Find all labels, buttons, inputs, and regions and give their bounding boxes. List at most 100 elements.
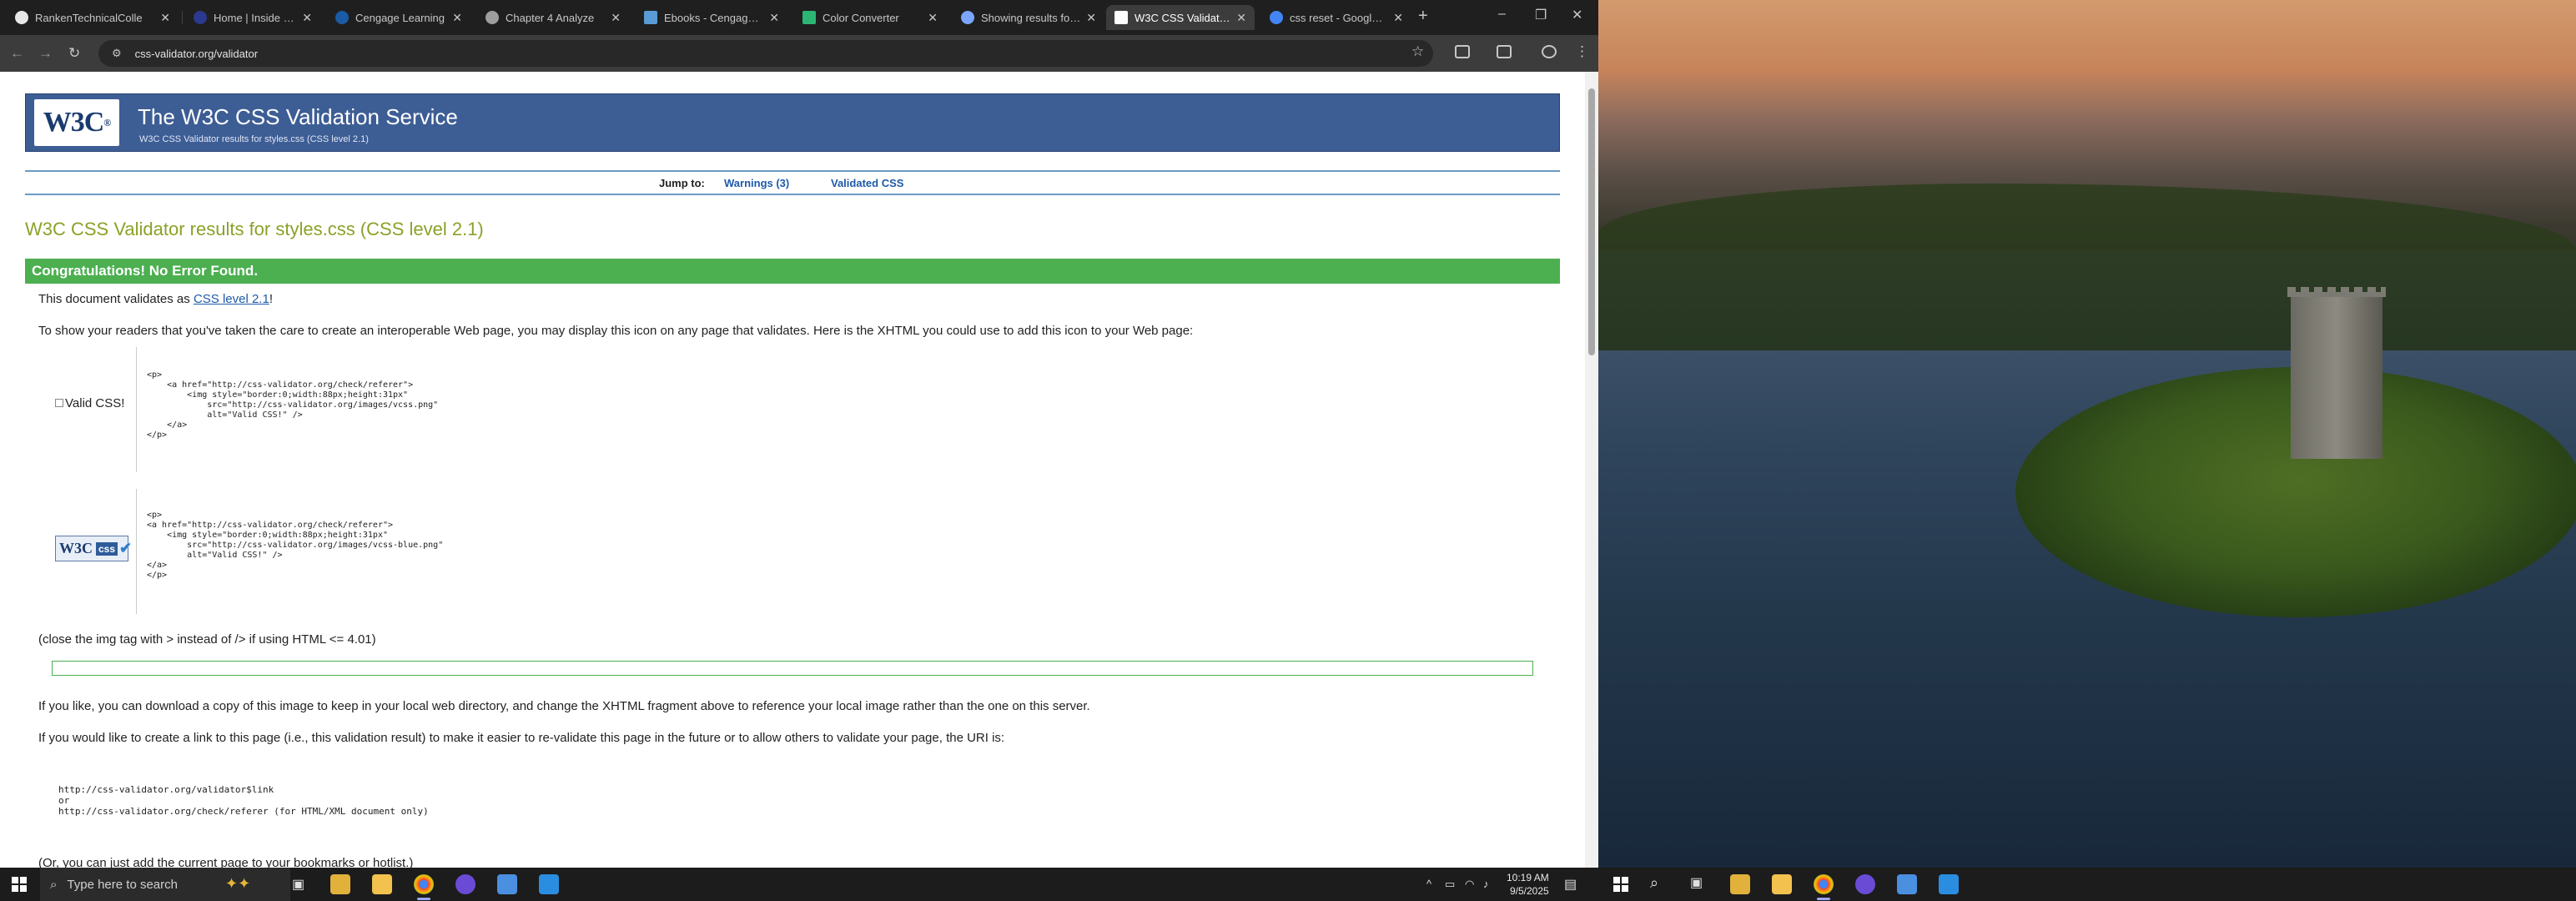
- banner-title: The W3C CSS Validation Service: [138, 104, 458, 129]
- store-icon[interactable]: [372, 874, 392, 894]
- checkmark-icon: ✔: [119, 540, 133, 556]
- volume-icon[interactable]: ♪: [1483, 878, 1489, 890]
- w3c-banner: W3C ® The W3C CSS Validation Service W3C …: [25, 93, 1560, 152]
- notepad-icon[interactable]: [497, 874, 517, 894]
- tab-close-icon[interactable]: ✕: [611, 11, 621, 25]
- browser-toolbar: ← → ↻ ⚙ css-validator.org/validator: [0, 35, 1598, 72]
- show-readers-paragraph: To show your readers that you've taken t…: [38, 324, 1194, 338]
- search-icon: ⌕: [50, 877, 58, 892]
- notepad-2-icon[interactable]: [1897, 874, 1917, 894]
- restore-button[interactable]: ❐: [1535, 7, 1547, 23]
- notification-icon[interactable]: ▤: [1564, 876, 1577, 893]
- w3c-logo[interactable]: W3C ®: [34, 99, 119, 146]
- valid-css-blue-badge[interactable]: W3C css ✔: [55, 536, 132, 561]
- bookmark-star-icon[interactable]: ☆: [1411, 43, 1424, 60]
- vscode-2-icon[interactable]: [1939, 874, 1959, 894]
- task-view-2-icon[interactable]: ▣: [1690, 874, 1703, 891]
- tab-color-converter[interactable]: Color Converter ✕: [794, 5, 946, 30]
- clock-date: 9/5/2025: [1509, 885, 1549, 897]
- profile-icon[interactable]: [1542, 45, 1557, 58]
- color-converter-favicon-icon: [802, 11, 816, 24]
- tab-close-icon[interactable]: ✕: [452, 11, 462, 25]
- tab-close-icon[interactable]: ✕: [302, 11, 312, 25]
- system-clock[interactable]: 10:19 AM 9/5/2025: [1507, 871, 1549, 898]
- tab-close-icon[interactable]: ✕: [1236, 11, 1246, 25]
- tab-close-icon[interactable]: ✕: [928, 11, 938, 25]
- screen: RankenTechnicalColle ✕ Home | Inside Ran…: [0, 0, 2576, 901]
- search-placeholder: Type here to search: [67, 877, 178, 892]
- store-2-icon[interactable]: [1772, 874, 1792, 894]
- browser-window: RankenTechnicalColle ✕ Home | Inside Ran…: [0, 0, 1598, 868]
- github-favicon-icon: [15, 11, 28, 24]
- link-note: If you would like to create a link to th…: [38, 731, 1005, 745]
- icon-snippet-2: W3C css ✔ <p> <a href="http://css-valida…: [38, 489, 1557, 614]
- tab-close-icon[interactable]: ✕: [1393, 11, 1403, 25]
- tab-w3c-validator[interactable]: W3C CSS Validator re ✕: [1106, 5, 1255, 30]
- image-alt-text: Valid CSS!: [65, 396, 125, 410]
- code-snippet: <p> <a href="http://css-validator.org/ch…: [147, 370, 439, 440]
- forward-icon[interactable]: →: [38, 45, 53, 62]
- tab-strip: RankenTechnicalColle ✕ Home | Inside Ran…: [0, 0, 1598, 35]
- scrollbar-thumb[interactable]: [1588, 88, 1595, 355]
- tab-google-search[interactable]: css reset - Google Se ✕: [1261, 5, 1411, 30]
- site-info-icon[interactable]: ⚙: [112, 47, 122, 60]
- tab-close-icon[interactable]: ✕: [160, 11, 170, 25]
- tab-cengage-learning[interactable]: Cengage Learning ✕: [327, 5, 470, 30]
- start-button-icon[interactable]: [12, 877, 27, 892]
- file-explorer-icon[interactable]: [330, 874, 350, 894]
- file-explorer-2-icon[interactable]: [1730, 874, 1750, 894]
- bookmark-note: (Or, you can just add the current page t…: [38, 856, 414, 868]
- tab-close-icon[interactable]: ✕: [769, 11, 779, 25]
- ranken-favicon-icon: [194, 11, 207, 24]
- warnings-link[interactable]: Warnings (3): [724, 177, 789, 189]
- wifi-icon[interactable]: ◠: [1465, 878, 1474, 891]
- tray-chevron-icon[interactable]: ^: [1426, 878, 1431, 890]
- tab-chapter-4[interactable]: Chapter 4 Analyze ✕: [477, 5, 629, 30]
- congrats-banner: Congratulations! No Error Found.: [25, 259, 1560, 284]
- address-bar[interactable]: ⚙ css-validator.org/validator: [98, 40, 1433, 67]
- tab-ebooks-cengage[interactable]: Ebooks - Cengage eB ✕: [636, 5, 787, 30]
- reload-icon[interactable]: ↻: [68, 45, 80, 62]
- github-desktop-icon[interactable]: [455, 874, 475, 894]
- css-level-link[interactable]: CSS level 2.1: [194, 292, 269, 306]
- page-content: W3C ® The W3C CSS Validation Service W3C …: [0, 72, 1585, 868]
- vscode-icon[interactable]: [539, 874, 559, 894]
- tab-title: Home | Inside Ranken: [214, 11, 298, 24]
- broken-image-icon: [55, 399, 63, 407]
- tab-title: Cengage Learning: [355, 11, 445, 24]
- tab-close-icon[interactable]: ✕: [1086, 11, 1096, 25]
- github-desktop-2-icon[interactable]: [1855, 874, 1875, 894]
- banner-subtitle: W3C CSS Validator results for styles.css…: [139, 134, 369, 144]
- url-text: css-validator.org/validator: [134, 47, 259, 60]
- back-icon[interactable]: ←: [10, 45, 24, 62]
- search-2-icon[interactable]: ⌕: [1650, 874, 1658, 892]
- close-img-note: (close the img tag with > instead of /> …: [38, 632, 376, 647]
- google-favicon-icon: [1270, 11, 1283, 24]
- tab-title: Color Converter: [823, 11, 899, 24]
- extensions-icon[interactable]: [1455, 45, 1470, 58]
- task-view-icon[interactable]: ▣: [292, 876, 304, 893]
- valid-css-image[interactable]: Valid CSS!: [55, 397, 124, 410]
- taskbar-search-box[interactable]: ⌕ Type here to search ✦✦: [40, 868, 290, 901]
- tab-title: Showing results for a: [981, 11, 1082, 24]
- tab-inside-ranken[interactable]: Home | Inside Ranken ✕: [185, 5, 320, 30]
- start-button-2-icon[interactable]: [1613, 877, 1628, 892]
- menu-kebab-icon[interactable]: ⋮: [1575, 43, 1589, 60]
- minimize-button[interactable]: –: [1498, 7, 1506, 22]
- battery-icon: ▭: [1445, 878, 1456, 890]
- results-title: W3C CSS Validator results for styles.css…: [25, 219, 484, 239]
- jump-label: Jump to:: [659, 177, 705, 189]
- download-note: If you like, you can download a copy of …: [38, 699, 1090, 713]
- tab-separator: [182, 11, 183, 24]
- new-tab-button[interactable]: +: [1418, 7, 1428, 26]
- chrome-2-icon[interactable]: [1814, 874, 1834, 900]
- validates-suffix: !: [269, 292, 273, 306]
- validated-css-link[interactable]: Validated CSS: [831, 177, 903, 189]
- chrome-icon[interactable]: [414, 874, 434, 900]
- close-window-button[interactable]: ✕: [1572, 7, 1582, 23]
- search-highlight-icon: ✦✦: [225, 875, 251, 892]
- side-panel-icon[interactable]: [1497, 45, 1512, 58]
- tab-ranken-technical[interactable]: RankenTechnicalColle ✕: [7, 5, 179, 30]
- tab-showing-results[interactable]: Showing results for a ✕: [953, 5, 1104, 30]
- page-scrollbar[interactable]: [1585, 72, 1598, 868]
